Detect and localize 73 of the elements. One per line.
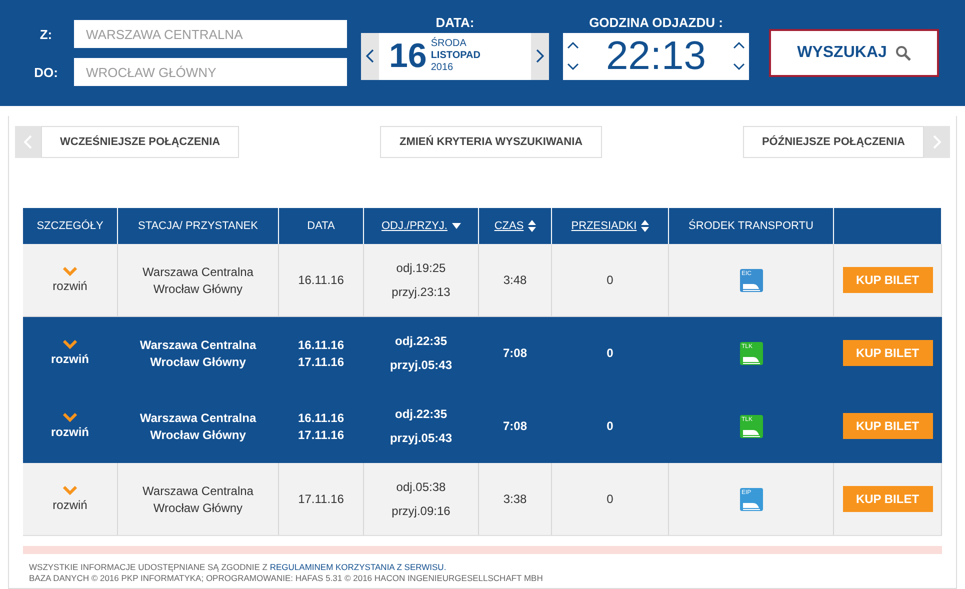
expand-link[interactable]: rozwiń xyxy=(51,352,89,366)
duration-text: 7:08 xyxy=(502,346,528,360)
duration-text: 3:38 xyxy=(503,492,527,506)
from-field[interactable]: WARSZAWA CENTRALNA xyxy=(74,20,347,48)
terms-link[interactable]: REGULAMINEM KORZYSTANIA Z SERWISU. xyxy=(270,562,446,572)
changes-count: 0 xyxy=(606,273,614,287)
column-header: SZCZEGÓŁY xyxy=(23,208,118,244)
credits-text: BAZA DANYCH © 2016 PKP INFORMATYKA; OPROGRAMOWANIE: HAFAS 5.31 © 2016 HACON INGENIEURGESELLSCHAFT MBH xyxy=(29,573,544,584)
change-criteria-button[interactable]: ZMIEŃ KRYTERIA WYSZUKIWANIA xyxy=(380,126,602,158)
previous-day-button[interactable] xyxy=(361,32,379,80)
station-name: Wrocław Główny xyxy=(153,282,243,296)
month-text: LISTOPAD xyxy=(430,50,482,62)
date-text: 16.11.16 xyxy=(298,273,344,287)
to-label: DO: xyxy=(33,64,59,80)
arrival-time: przyj.23:13 xyxy=(392,285,450,299)
expand-link[interactable]: rozwiń xyxy=(51,425,89,439)
terms-notice: WSZYSTKIE INFORMACJE UDOSTĘPNIANE SĄ ZGODNIE Z REGULAMINEM KORZYSTANIA Z SERWISU. xyxy=(29,562,448,573)
search-button[interactable]: WYSZUKAJ xyxy=(769,29,939,77)
day-number: 16 xyxy=(389,36,427,76)
chevron-down-icon[interactable] xyxy=(63,413,77,422)
station-name: Wrocław Główny xyxy=(150,354,246,368)
column-header: ŚRODEK TRANSPORTU xyxy=(668,208,834,244)
search-icon xyxy=(894,45,911,61)
arrival-time: przyj.05:43 xyxy=(390,358,452,372)
departure-time: odj.22:35 xyxy=(394,334,448,348)
column-header[interactable]: CZAS xyxy=(478,208,552,244)
chevron-right-icon xyxy=(536,49,544,63)
time-picker[interactable]: 22:13 xyxy=(563,32,749,80)
changes-count: 0 xyxy=(606,492,614,506)
column-header[interactable]: ODJ./PRZYJ. xyxy=(364,208,478,244)
expand-link[interactable]: rozwiń xyxy=(52,498,88,512)
date-text: 17.11.16 xyxy=(298,354,344,368)
station-name: Wrocław Główny xyxy=(150,428,246,442)
date-text: 16.11.16 xyxy=(298,338,344,352)
departure-time: odj.19:25 xyxy=(396,261,446,275)
date-label: DATA: xyxy=(436,14,474,30)
minute-up-icon[interactable] xyxy=(732,41,745,49)
station-name: Warszawa Centralna xyxy=(140,338,256,352)
station-name: Warszawa Centralna xyxy=(140,410,256,424)
chevron-left-icon xyxy=(24,135,32,149)
date-text: 17.11.16 xyxy=(298,492,344,506)
arrival-time: przyj.09:16 xyxy=(392,504,450,518)
duration-text: 7:08 xyxy=(502,419,528,433)
station-name: Wrocław Główny xyxy=(153,500,243,514)
chevron-right-icon xyxy=(933,135,941,149)
changes-count: 0 xyxy=(606,346,614,360)
chevron-left-icon xyxy=(366,49,374,63)
arrival-time: przyj.05:43 xyxy=(390,431,452,445)
station-name: Warszawa Centralna xyxy=(142,264,254,278)
earlier-connections-button[interactable]: WCZEŚNIEJSZE POŁĄCZENIA xyxy=(41,126,240,158)
date-text: 17.11.16 xyxy=(298,428,344,442)
changes-count: 0 xyxy=(606,419,614,433)
later-connections-button[interactable]: PÓŹNIEJSZE POŁĄCZENIA xyxy=(742,126,924,158)
minute-down-icon[interactable] xyxy=(732,63,745,71)
duration-text: 3:48 xyxy=(503,273,527,287)
chevron-down-icon[interactable] xyxy=(63,340,77,349)
station-name: Warszawa Centralna xyxy=(142,484,254,498)
departure-time: odj.22:35 xyxy=(394,407,448,421)
column-header: STACJA/ PRZYSTANEK xyxy=(118,208,278,244)
to-field[interactable]: WROCŁAW GŁÓWNY xyxy=(74,58,347,86)
hour-up-icon[interactable] xyxy=(567,41,579,49)
hour-down-icon[interactable] xyxy=(567,63,579,71)
time-value: 22:13 xyxy=(606,34,706,78)
next-day-button[interactable] xyxy=(531,32,549,80)
column-header: DATA xyxy=(278,208,364,244)
departure-time: odj.05:38 xyxy=(396,480,446,494)
year-text: 2016 xyxy=(430,62,454,74)
from-label: Z: xyxy=(38,26,54,42)
date-text: 16.11.16 xyxy=(298,410,344,424)
column-header[interactable]: PRZESIADKI xyxy=(552,208,668,244)
expand-link[interactable]: rozwiń xyxy=(52,279,88,293)
weekday-text: ŚRODA xyxy=(430,38,468,50)
time-label: GODZINA ODJAZDU : xyxy=(589,14,723,30)
